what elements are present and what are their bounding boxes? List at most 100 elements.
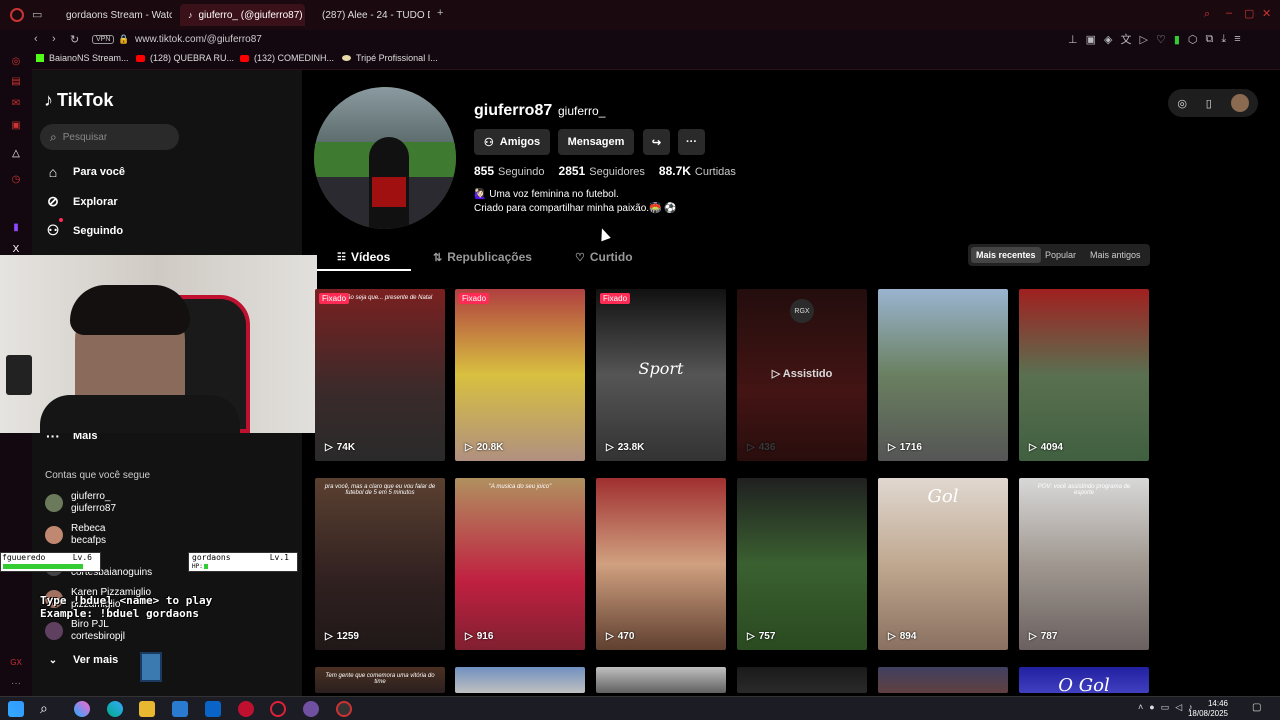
minimize-icon[interactable]: –: [1226, 7, 1232, 19]
account-item[interactable]: giuferro_ giuferro87: [45, 491, 116, 515]
obs-icon[interactable]: [303, 701, 319, 717]
video-card[interactable]: Sport Fixado ▷ 23.8K: [596, 289, 726, 461]
video-card[interactable]: Tem gente que comemora uma vitória do ti…: [315, 667, 445, 693]
translate-icon[interactable]: 文: [1120, 31, 1131, 47]
account-item[interactable]: Rebeca becafps: [45, 523, 106, 547]
sort-oldest[interactable]: Mais antigos: [1085, 247, 1146, 263]
video-card[interactable]: O Gol: [1019, 667, 1149, 693]
search-tabs-icon[interactable]: ⌕: [1204, 8, 1210, 21]
stat-followers[interactable]: 2851 Seguidores: [559, 164, 645, 178]
nav-explore[interactable]: ⊘ Explorar: [45, 193, 118, 210]
bookmark-quebra[interactable]: (128) QUEBRA RU...: [136, 53, 234, 63]
video-card[interactable]: pra você, mas a claro que eu vou falar d…: [315, 478, 445, 650]
video-card[interactable]: [878, 667, 1008, 693]
search-input[interactable]: ⌕ Pesquisar: [40, 124, 179, 150]
cube-icon[interactable]: ⬡: [1188, 31, 1198, 47]
edge-icon[interactable]: [107, 701, 123, 717]
opera-gx-icon[interactable]: [270, 701, 286, 717]
file-explorer-icon[interactable]: [139, 701, 155, 717]
maximize-icon[interactable]: ▢: [1244, 7, 1254, 20]
history-icon[interactable]: ◷: [8, 174, 24, 188]
friends-button[interactable]: ⚇ Amigos: [474, 129, 550, 155]
nav-following[interactable]: ⚇ Seguindo: [45, 218, 123, 239]
forward-icon[interactable]: ›: [52, 33, 56, 45]
tab-liked[interactable]: ♡ Curtido: [575, 250, 633, 264]
nav-for-you[interactable]: ⌂ Para você: [45, 164, 125, 180]
search-icon[interactable]: ⌕: [40, 700, 56, 716]
tab-manager-icon[interactable]: ▭: [32, 8, 42, 21]
chevron-up-icon[interactable]: ˄: [1138, 702, 1143, 713]
puzzle-icon[interactable]: ⧉: [1205, 31, 1213, 47]
shield-icon[interactable]: ◈: [1104, 31, 1112, 47]
heart-icon[interactable]: ♡: [1156, 31, 1166, 47]
url-field[interactable]: www.tiktok.com/@giuferro87: [135, 34, 262, 45]
menu-icon[interactable]: ≡: [1234, 31, 1240, 47]
pin-icon[interactable]: ⊥: [1068, 31, 1078, 47]
tiktok-sidebar-icon[interactable]: △: [8, 148, 24, 162]
play-icon[interactable]: ▷: [1139, 31, 1147, 47]
tab-youtube[interactable]: (287) Alee - 24 - TUDO D: [308, 4, 430, 26]
see-more-button[interactable]: ⌄ Ver mais: [45, 654, 118, 666]
opera-logo-icon[interactable]: [10, 8, 24, 22]
more-options-button[interactable]: ···: [678, 129, 705, 155]
bookmark-label: Tripé Profissional I...: [356, 53, 438, 63]
video-card[interactable]: POV: você assistindo programa de esporte…: [1019, 478, 1149, 650]
battery-icon[interactable]: ▮: [1174, 31, 1180, 47]
music-icon[interactable]: ▣: [8, 120, 24, 134]
device-icon[interactable]: ▯: [1206, 97, 1212, 110]
mic-icon[interactable]: ●: [1149, 702, 1154, 713]
share-button[interactable]: ↪: [643, 129, 670, 155]
video-card[interactable]: ▷ 4094: [1019, 289, 1149, 461]
tab-kick[interactable]: gordaons Stream - Watch: [52, 4, 172, 26]
video-card[interactable]: ▷ 470: [596, 478, 726, 650]
system-clock[interactable]: 14:46 18/08/2025: [1188, 699, 1228, 719]
video-card[interactable]: Gol ▷ 894: [878, 478, 1008, 650]
tab-tiktok[interactable]: ♪ giuferro_ (@giuferro87) |: [180, 4, 305, 26]
messenger-icon[interactable]: ✉: [8, 98, 24, 112]
video-card[interactable]: ▷ 757: [737, 478, 867, 650]
workspace-icon[interactable]: ▤: [8, 76, 24, 90]
vpn-badge[interactable]: VPN: [92, 34, 115, 44]
app2-icon[interactable]: [336, 701, 352, 717]
outlook-icon[interactable]: [205, 701, 221, 717]
profile-avatar[interactable]: [314, 87, 456, 229]
download-icon[interactable]: ⤓: [1221, 31, 1226, 47]
notification-icon[interactable]: ▢: [1252, 702, 1261, 713]
copilot-icon[interactable]: [74, 701, 90, 717]
video-card[interactable]: essa mão seja que... presente de Natal Fi…: [315, 289, 445, 461]
new-tab-icon[interactable]: +: [437, 7, 443, 19]
bookmark-baianons[interactable]: BaianoNS Stream...: [36, 53, 129, 63]
tab-reposts[interactable]: ⇅ Republicações: [433, 250, 532, 264]
sort-recent[interactable]: Mais recentes: [971, 247, 1041, 263]
video-card[interactable]: Fixado ▷ 20.8K: [455, 289, 585, 461]
aria-icon[interactable]: ◎: [8, 56, 24, 70]
close-icon[interactable]: ✕: [1262, 7, 1271, 20]
twitch-icon[interactable]: ▮: [8, 222, 24, 236]
windows-start-icon[interactable]: [8, 701, 24, 717]
tiktok-logo[interactable]: ♪ TikTok: [44, 90, 113, 111]
app-icon[interactable]: [238, 701, 254, 717]
more-sidebar-icon[interactable]: ···: [8, 678, 24, 692]
tab-videos[interactable]: ☷ Vídeos: [337, 250, 390, 264]
account-item[interactable]: Biro PJL cortesbiropjl: [45, 619, 125, 643]
network-icon[interactable]: ▭: [1161, 702, 1170, 713]
user-avatar[interactable]: [1230, 94, 1249, 112]
video-card[interactable]: [455, 667, 585, 693]
sort-popular[interactable]: Popular: [1040, 247, 1081, 263]
bookmark-comedinh[interactable]: (132) COMEDINH...: [240, 53, 334, 63]
video-card[interactable]: ▷ 1716: [878, 289, 1008, 461]
coins-icon[interactable]: ◎: [1177, 97, 1187, 110]
store-icon[interactable]: [172, 701, 188, 717]
gx-icon[interactable]: GX: [8, 658, 24, 672]
video-card[interactable]: RGX ▷ Assistido ▷ 436: [737, 289, 867, 461]
volume-icon[interactable]: ◁: [1175, 702, 1182, 713]
bookmark-tripe[interactable]: Tripé Profissional I...: [342, 53, 438, 63]
snapshot-icon[interactable]: ▣: [1086, 31, 1096, 47]
message-button[interactable]: Mensagem: [558, 129, 634, 155]
back-icon[interactable]: ‹: [34, 33, 38, 45]
reload-icon[interactable]: ↻: [70, 33, 79, 46]
video-card[interactable]: [596, 667, 726, 693]
video-card[interactable]: [737, 667, 867, 693]
stat-following[interactable]: 855 Seguindo: [474, 164, 545, 178]
video-card[interactable]: "A musica do seu joico" ▷ 916: [455, 478, 585, 650]
